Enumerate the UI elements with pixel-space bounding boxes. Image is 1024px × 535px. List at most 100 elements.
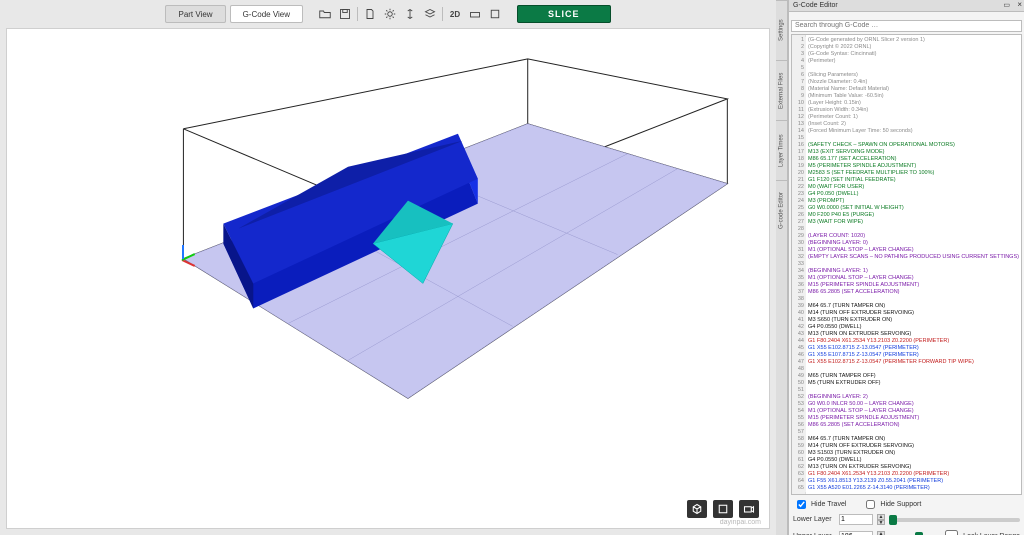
spinner-down-icon[interactable]: ▼ — [877, 520, 885, 526]
gcode-line[interactable]: 57 — [808, 429, 1019, 436]
camera-icon[interactable] — [739, 500, 759, 518]
lock-layer-range-checkbox[interactable]: Lock Layer Range — [941, 527, 1020, 535]
slice-button[interactable]: SLICE — [517, 5, 611, 23]
gcode-line[interactable]: 42G4 P0.0550 (DWELL) — [808, 324, 1019, 331]
twod-icon[interactable]: 2D — [447, 6, 463, 22]
gcode-line[interactable]: 26M0 F200 P40 E5 (PURGE) — [808, 212, 1019, 219]
gcode-line[interactable]: 14(Forced Minimum Layer Time: 50 seconds… — [808, 128, 1019, 135]
gcode-line[interactable]: 62M13 (TURN ON EXTRUDER SERVOING) — [808, 464, 1019, 471]
gcode-line[interactable]: 10(Layer Height: 0.15in) — [808, 100, 1019, 107]
sidetab-layer-times[interactable]: Layer Times — [776, 120, 787, 180]
close-icon[interactable]: × — [1017, 0, 1022, 9]
viewport-3d[interactable]: dayinpai.com — [6, 28, 770, 529]
gcode-line[interactable]: 39M64 65.7 (TURN TAMPER ON) — [808, 303, 1019, 310]
gcode-line[interactable]: 22M0 (WAIT FOR USER) — [808, 184, 1019, 191]
gcode-line[interactable]: 19M5 (PERIMETER SPINDLE ADJUSTMENT) — [808, 163, 1019, 170]
gcode-line[interactable]: 55M15 (PERIMETER SPINDLE ADJUSTMENT) — [808, 415, 1019, 422]
sidetab-settings[interactable]: Settings — [776, 0, 787, 60]
spinner-up-icon[interactable]: ▲ — [877, 531, 885, 535]
gear-icon[interactable] — [382, 6, 398, 22]
gcode-line[interactable]: 4(Perimeter) — [808, 58, 1019, 65]
gcode-line[interactable]: 25G0 W0.0000 (SET INITIAL W HEIGHT) — [808, 205, 1019, 212]
gcode-line[interactable]: 38 — [808, 296, 1019, 303]
tab-gcode-view[interactable]: G-Code View — [230, 5, 303, 23]
layers-icon[interactable] — [422, 6, 438, 22]
gcode-line[interactable]: 47G1 X55 E102.8715 Z-13.0547 (PERIMETER … — [808, 359, 1019, 366]
gcode-line[interactable]: 36M15 (PERIMETER SPINDLE ADJUSTMENT) — [808, 282, 1019, 289]
gcode-line[interactable]: 35M1 (OPTIONAL STOP – LAYER CHANGE) — [808, 275, 1019, 282]
gcode-line[interactable]: 52(BEGINNING LAYER: 2) — [808, 394, 1019, 401]
gcode-line[interactable]: 43M13 (TURN ON EXTRUDER SERVOING) — [808, 331, 1019, 338]
gcode-line[interactable]: 30(BEGINNING LAYER: 0) — [808, 240, 1019, 247]
gcode-line[interactable]: 59M14 (TURN OFF EXTRUDER SERVOING) — [808, 443, 1019, 450]
sidetab-gcode-editor[interactable]: G-code Editor — [776, 180, 787, 240]
lower-layer-slider[interactable] — [889, 518, 1020, 522]
gcode-line[interactable]: 50M5 (TURN EXTRUDER OFF) — [808, 380, 1019, 387]
toolbar-divider — [442, 7, 443, 21]
gcode-line[interactable]: 7(Nozzle Diameter: 0.4in) — [808, 79, 1019, 86]
gcode-line[interactable]: 11(Extrusion Width: 0.34in) — [808, 107, 1019, 114]
gcode-line[interactable]: 37M86 65.2805 (SET ACCELERATION) — [808, 289, 1019, 296]
gcode-line[interactable]: 29(LAYER COUNT: 1020) — [808, 233, 1019, 240]
gcode-line[interactable]: 3(G-Code Syntax: Cincinnati) — [808, 51, 1019, 58]
save-icon[interactable] — [337, 6, 353, 22]
gcode-line[interactable]: 64G1 F55 X61.8513 Y13.2139 Z0.55.2041 (P… — [808, 478, 1019, 485]
bed-icon[interactable] — [467, 6, 483, 22]
gcode-line[interactable]: 32(EMPTY LAYER SCANS – NO PATHING PRODUC… — [808, 254, 1019, 261]
lower-layer-input[interactable] — [839, 514, 873, 525]
gcode-line[interactable]: 21G1 F120 (SET INITIAL FEEDRATE) — [808, 177, 1019, 184]
cube-view-icon[interactable] — [687, 500, 707, 518]
scale-icon[interactable] — [402, 6, 418, 22]
gcode-line[interactable]: 63G1 F80.2404 X61.2534 Y13.2103 Z0.2200 … — [808, 471, 1019, 478]
gcode-line[interactable]: 65G1 X55 A520 E01.2265 Z-14.3140 (PERIME… — [808, 485, 1019, 492]
gcode-line[interactable]: 49M65 (TURN TAMPER OFF) — [808, 373, 1019, 380]
gcode-line[interactable]: 16(SAFETY CHECK – SPAWN ON OPERATIONAL M… — [808, 142, 1019, 149]
gcode-line[interactable]: 60M3 S1503 (TURN EXTRUDER ON) — [808, 450, 1019, 457]
gcode-line[interactable]: 45G1 X55 E102.8715 Z-13.0547 (PERIMETER) — [808, 345, 1019, 352]
upper-layer-input[interactable] — [839, 531, 873, 535]
gcode-line[interactable]: 13(Inset Count: 2) — [808, 121, 1019, 128]
gcode-line[interactable]: 5 — [808, 65, 1019, 72]
gcode-search-input[interactable] — [791, 20, 1022, 32]
gcode-listing[interactable]: 1(G-Code generated by ORNL Slicer 2 vers… — [791, 34, 1022, 495]
gcode-line[interactable]: 56M86 65.2805 (SET ACCELERATION) — [808, 422, 1019, 429]
gcode-line[interactable]: 31M1 (OPTIONAL STOP – LAYER CHANGE) — [808, 247, 1019, 254]
hide-support-checkbox[interactable]: Hide Support — [862, 497, 921, 512]
gcode-line[interactable]: 1(G-Code generated by ORNL Slicer 2 vers… — [808, 37, 1019, 44]
gcode-line[interactable]: 27M3 (WAIT FOR WIPE) — [808, 219, 1019, 226]
gcode-line[interactable]: 54M1 (OPTIONAL STOP – LAYER CHANGE) — [808, 408, 1019, 415]
gcode-line[interactable]: 51 — [808, 387, 1019, 394]
reset-view-icon[interactable] — [713, 500, 733, 518]
gcode-line[interactable]: 23G4 P0.050 (DWELL) — [808, 191, 1019, 198]
gcode-line[interactable]: 24M3 (PROMPT) — [808, 198, 1019, 205]
gcode-line[interactable]: 33 — [808, 261, 1019, 268]
gcode-line[interactable]: 9(Minimum Table Value: -60.5in) — [808, 93, 1019, 100]
gcode-line[interactable]: 15 — [808, 135, 1019, 142]
gcode-line[interactable]: 53G0 W0.0 INLCR 50.00 – LAYER CHANGE) — [808, 401, 1019, 408]
gcode-line[interactable]: 40M14 (TURN OFF EXTRUDER SERVOING) — [808, 310, 1019, 317]
gcode-line[interactable]: 18M86 65.177 (SET ACCELERATION) — [808, 156, 1019, 163]
tab-part-view[interactable]: Part View — [165, 5, 225, 23]
open-icon[interactable] — [317, 6, 333, 22]
undock-icon[interactable]: ▭ — [1003, 1, 1010, 9]
gcode-line[interactable]: 12(Perimeter Count: 1) — [808, 114, 1019, 121]
gcode-line[interactable]: 44G1 F80.2404 X61.2534 Y13.2103 Z0.2200 … — [808, 338, 1019, 345]
gcode-line[interactable]: 61G4 P0.0550 (DWELL) — [808, 457, 1019, 464]
gcode-line[interactable]: 41M3 S650 (TURN EXTRUDER ON) — [808, 317, 1019, 324]
viewport-tools — [687, 500, 759, 518]
gcode-line[interactable]: 6(Slicing Parameters) — [808, 72, 1019, 79]
gcode-line[interactable]: 2(Copyright © 2022 ORNL) — [808, 44, 1019, 51]
gcode-line[interactable]: 28 — [808, 226, 1019, 233]
gcode-line[interactable]: 20M2583 S (SET FEEDRATE MULTIPLIER TO 10… — [808, 170, 1019, 177]
gcode-line[interactable]: 46G1 X55 E107.8715 Z-13.0547 (PERIMETER) — [808, 352, 1019, 359]
layer-controls: Hide Travel Hide Support Lower Layer ▲▼ — [789, 495, 1024, 535]
new-file-icon[interactable] — [362, 6, 378, 22]
gcode-line[interactable]: 17M13 (EXIT SERVOING MODE) — [808, 149, 1019, 156]
perspective-icon[interactable] — [487, 6, 503, 22]
hide-travel-checkbox[interactable]: Hide Travel — [793, 497, 846, 512]
gcode-line[interactable]: 58M64 65.7 (TURN TAMPER ON) — [808, 436, 1019, 443]
gcode-line[interactable]: 34(BEGINNING LAYER: 1) — [808, 268, 1019, 275]
gcode-line[interactable]: 48 — [808, 366, 1019, 373]
gcode-line[interactable]: 8(Material Name: Default Material) — [808, 86, 1019, 93]
sidetab-external-files[interactable]: External Files — [776, 60, 787, 120]
